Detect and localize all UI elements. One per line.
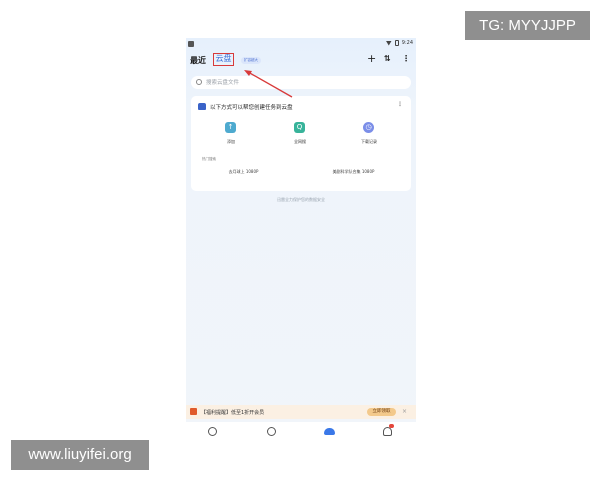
clock-icon: ◷ bbox=[363, 122, 374, 133]
card-more-icon[interactable]: ⋮ bbox=[397, 101, 403, 108]
watermark-bottom: www.liuyifei.org bbox=[11, 440, 149, 470]
app-notification-icon bbox=[188, 41, 194, 47]
close-icon[interactable]: × bbox=[402, 408, 407, 416]
hot-search-item[interactable]: 美剧科学队合集 1080P bbox=[306, 168, 401, 175]
action-add-label: 添加 bbox=[227, 139, 235, 144]
bottom-tab-bar bbox=[186, 422, 416, 442]
watermark-top: TG: MYYJJPP bbox=[465, 11, 590, 40]
cloud-tab-icon[interactable] bbox=[324, 428, 335, 435]
action-web-search[interactable]: Q 全网搜 bbox=[270, 121, 330, 149]
promo-banner[interactable]: 【福利提醒】低至1折开会员 立即领取 × bbox=[186, 405, 416, 419]
cloud-user-icon bbox=[198, 103, 206, 110]
status-icons: 9:24 bbox=[385, 40, 413, 46]
search-input[interactable]: 搜索云盘文件 bbox=[191, 76, 411, 89]
search-icon: Q bbox=[294, 122, 305, 133]
card-title: 以下方式可以帮您创建任务到云盘 bbox=[210, 105, 293, 111]
action-add[interactable]: ↑ 添加 bbox=[201, 121, 261, 149]
create-task-card: 以下方式可以帮您创建任务到云盘 ⋮ ↑ 添加 Q 全网搜 ◷ 下载记录 热门搜索… bbox=[191, 96, 411, 191]
battery-icon bbox=[394, 40, 399, 46]
top-header: 最近 云盘 扩容超大 + ⇅ ⋮ bbox=[186, 52, 416, 70]
wifi-icon bbox=[385, 40, 392, 46]
security-note: 迅雷全力保护您的数据安全 bbox=[277, 197, 325, 202]
capacity-badge[interactable]: 扩容超大 bbox=[241, 57, 261, 64]
promo-text: 【福利提醒】低至1折开会员 bbox=[201, 410, 265, 416]
screenshot-page: TG: MYYJJPP www.liuyifei.org 9:24 最近 云盘 … bbox=[0, 0, 600, 480]
claim-button[interactable]: 立即领取 bbox=[367, 408, 396, 416]
action-download-history-label: 下载记录 bbox=[361, 139, 377, 144]
search-placeholder: 搜索云盘文件 bbox=[206, 80, 240, 86]
action-download-history[interactable]: ◷ 下载记录 bbox=[339, 121, 399, 149]
tab-cloud[interactable]: 云盘 bbox=[213, 53, 234, 66]
hot-search-label: 热门搜索 bbox=[202, 157, 216, 161]
phone-screen: 9:24 最近 云盘 扩容超大 + ⇅ ⋮ 搜索云盘文件 以下方式可以帮您创建任… bbox=[186, 38, 416, 442]
status-time: 9:24 bbox=[401, 40, 413, 46]
tab-recent[interactable]: 最近 bbox=[190, 55, 206, 66]
upload-arrow-icon: ↑ bbox=[225, 122, 236, 133]
notification-dot bbox=[389, 424, 394, 428]
add-icon[interactable]: + bbox=[367, 53, 376, 65]
search-icon bbox=[196, 79, 202, 85]
home-tab-icon[interactable] bbox=[208, 427, 217, 436]
sort-icon[interactable]: ⇅ bbox=[384, 54, 391, 64]
discover-tab-icon[interactable] bbox=[267, 427, 276, 436]
action-web-search-label: 全网搜 bbox=[294, 139, 306, 144]
more-icon[interactable]: ⋮ bbox=[402, 54, 410, 64]
hot-search-item[interactable]: 去月球上 1080P bbox=[196, 168, 291, 175]
gift-icon bbox=[190, 408, 197, 415]
status-bar: 9:24 bbox=[186, 38, 416, 52]
profile-tab-icon[interactable] bbox=[383, 427, 392, 436]
